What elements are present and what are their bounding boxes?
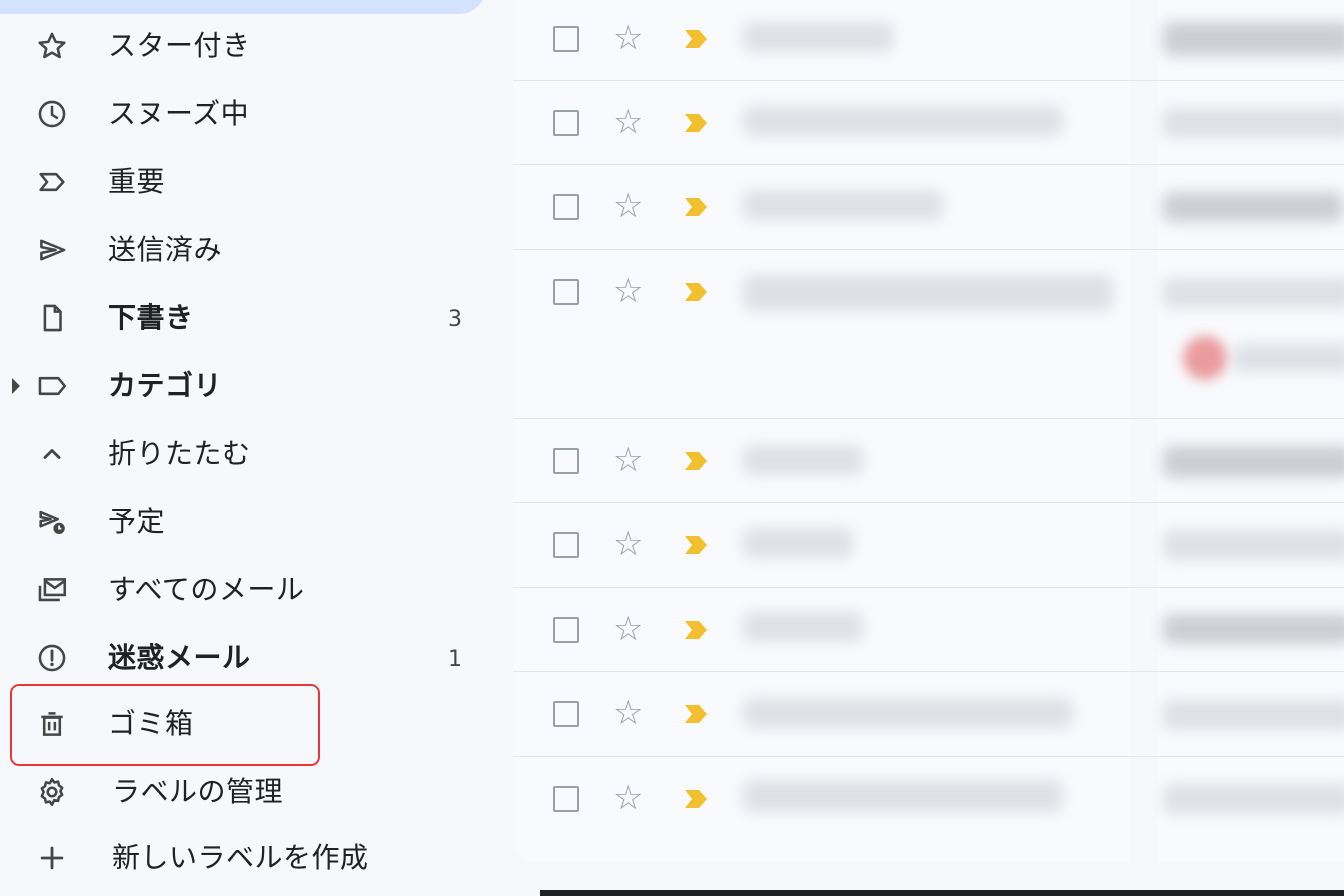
blurred-sender [743, 190, 943, 220]
sidebar-nav: スター付き スヌーズ中 重要 送信済み 下書き 3 カテゴリ 折りたたむ 予定 … [0, 0, 512, 896]
star-icon[interactable]: ☆ [613, 780, 643, 816]
sidebar-item-important[interactable]: 重要 [0, 152, 500, 212]
sidebar-item-create-label[interactable]: 新しいラベルを作成 [0, 828, 500, 888]
plus-icon [32, 842, 72, 874]
clock-icon [32, 98, 72, 130]
window-bottom-edge [540, 890, 1344, 896]
send-icon [32, 234, 72, 266]
trash-highlight-box [10, 684, 320, 766]
sidebar-item-label: ラベルの管理 [112, 775, 284, 808]
star-icon[interactable]: ☆ [613, 104, 643, 140]
sidebar-item-label: カテゴリ [108, 369, 223, 402]
blurred-subject [1163, 192, 1343, 222]
label-tag-icon [32, 370, 72, 402]
row-checkbox[interactable] [553, 26, 579, 52]
importance-marker-icon[interactable] [683, 27, 709, 51]
star-icon[interactable]: ☆ [613, 611, 643, 647]
star-icon[interactable]: ☆ [613, 273, 643, 309]
blurred-subject [1163, 446, 1344, 478]
blurred-subject [1163, 614, 1344, 644]
importance-marker-icon[interactable] [683, 449, 709, 473]
blurred-avatar [1183, 336, 1227, 380]
star-icon[interactable]: ☆ [613, 20, 643, 56]
row-checkbox[interactable] [553, 532, 579, 558]
sidebar-item-label: 重要 [108, 165, 166, 198]
blurred-sender [743, 275, 1113, 311]
mail-list: ☆ ☆ ☆ ☆ ☆ ☆ ☆ ☆ ☆ [513, 0, 1344, 862]
blurred-subject [1163, 700, 1344, 730]
sidebar-item-drafts[interactable]: 下書き 3 [0, 288, 500, 348]
sidebar-item-label: 折りたたむ [108, 437, 251, 470]
sidebar-item-label: 迷惑メール [108, 641, 251, 674]
importance-marker-icon[interactable] [683, 702, 709, 726]
sidebar-item-collapse[interactable]: 折りたたむ [0, 424, 500, 484]
row-checkbox[interactable] [553, 194, 579, 220]
row-checkbox[interactable] [553, 110, 579, 136]
blurred-subject [1163, 22, 1344, 56]
sidebar-item-sent[interactable]: 送信済み [0, 220, 500, 280]
blurred-sender [743, 106, 1063, 136]
blurred-sender [743, 22, 893, 52]
scheduled-send-icon [32, 506, 72, 538]
blurred-sender [743, 612, 863, 642]
blurred-subject [1233, 344, 1344, 372]
row-checkbox[interactable] [553, 786, 579, 812]
importance-marker-icon[interactable] [683, 195, 709, 219]
draft-file-icon [32, 302, 72, 334]
sidebar-item-label: スヌーズ中 [108, 97, 250, 130]
row-checkbox[interactable] [553, 448, 579, 474]
sidebar-item-label: すべてのメール [108, 573, 305, 606]
unread-count-badge: 3 [448, 307, 462, 332]
importance-marker-icon[interactable] [683, 618, 709, 642]
sidebar-item-starred[interactable]: スター付き [0, 16, 500, 76]
important-label-icon [32, 166, 72, 198]
expand-caret-icon[interactable] [12, 378, 20, 394]
chevron-up-icon [32, 438, 72, 470]
blurred-subject [1163, 784, 1344, 814]
active-nav-item-inbox[interactable] [0, 0, 486, 14]
importance-marker-icon[interactable] [683, 111, 709, 135]
star-icon[interactable]: ☆ [613, 442, 643, 478]
blurred-subject [1163, 278, 1344, 308]
blurred-sender [743, 445, 863, 475]
sidebar-item-label: スター付き [108, 29, 251, 62]
unread-count-badge: 1 [448, 647, 462, 672]
blurred-subject [1163, 108, 1344, 138]
sidebar-item-scheduled[interactable]: 予定 [0, 492, 500, 552]
sidebar-item-label: 送信済み [108, 233, 223, 266]
spam-report-icon [32, 642, 72, 674]
importance-marker-icon[interactable] [683, 280, 709, 304]
sidebar-item-label: 下書き [108, 301, 194, 334]
row-checkbox[interactable] [553, 701, 579, 727]
importance-marker-icon[interactable] [683, 787, 709, 811]
blurred-subject [1163, 530, 1344, 560]
sidebar-item-categories[interactable]: カテゴリ [0, 356, 500, 416]
star-icon[interactable]: ☆ [613, 188, 643, 224]
sidebar-item-label: 新しいラベルを作成 [112, 841, 369, 874]
sidebar-item-manage-labels[interactable]: ラベルの管理 [0, 762, 500, 822]
all-mail-icon [32, 574, 72, 606]
star-outline-icon [32, 30, 72, 62]
blurred-sender [743, 698, 1073, 728]
sidebar-item-all-mail[interactable]: すべてのメール [0, 560, 500, 620]
star-icon[interactable]: ☆ [613, 695, 643, 731]
gear-icon [32, 776, 72, 808]
sidebar-item-snoozed[interactable]: スヌーズ中 [0, 84, 500, 144]
row-checkbox[interactable] [553, 617, 579, 643]
row-checkbox[interactable] [553, 279, 579, 305]
sidebar-item-spam[interactable]: 迷惑メール 1 [0, 628, 500, 688]
blurred-sender [743, 780, 1063, 812]
blurred-sender [743, 528, 853, 558]
sidebar-item-label: 予定 [108, 505, 166, 538]
star-icon[interactable]: ☆ [613, 526, 643, 562]
importance-marker-icon[interactable] [683, 533, 709, 557]
